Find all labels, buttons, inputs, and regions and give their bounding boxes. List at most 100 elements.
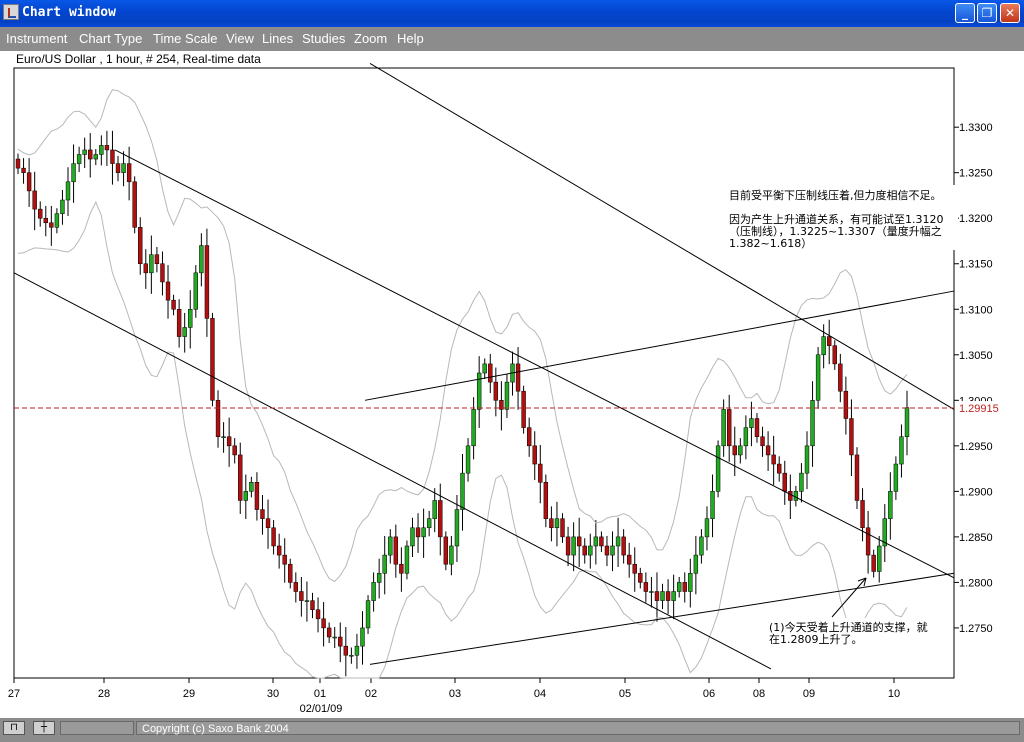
candle-body — [193, 272, 198, 310]
candle-body — [899, 436, 904, 465]
candle-body — [65, 181, 71, 201]
menu-time-scale[interactable]: Time Scale — [153, 31, 218, 46]
candle-body — [643, 582, 649, 592]
annotation-top-line: 1.382~1.618） — [729, 237, 812, 250]
candle-body — [276, 545, 282, 556]
menu-zoom[interactable]: Zoom — [354, 31, 387, 46]
candle-body — [426, 518, 432, 529]
candle-body — [810, 400, 815, 447]
menu-studies[interactable]: Studies — [302, 31, 345, 46]
candle-body — [693, 554, 699, 574]
y-tick-label: 1.3100 — [959, 304, 993, 316]
window-title: Chart window — [22, 5, 116, 20]
candle-body — [393, 536, 399, 565]
candle-body — [515, 363, 521, 392]
candle-body — [315, 609, 321, 620]
y-tick-label: 1.2850 — [959, 532, 993, 544]
candle-body — [571, 536, 576, 556]
crosshair-icon[interactable]: ┼ — [33, 721, 55, 735]
candle-body — [538, 463, 543, 483]
candle-body — [888, 491, 893, 519]
candle-body — [665, 591, 671, 601]
candle-body — [815, 354, 821, 401]
candle-body — [460, 472, 465, 510]
candle-body — [482, 363, 487, 374]
candle-body — [388, 536, 393, 556]
candle-body — [115, 163, 121, 173]
candle-body — [304, 600, 310, 602]
menu-help[interactable]: Help — [397, 31, 424, 46]
candle-body — [599, 536, 604, 547]
candle-body — [54, 213, 60, 228]
x-tick-label: 09 — [803, 688, 815, 700]
candle-body — [532, 445, 537, 465]
chart-area[interactable]: 1.33001.32501.32001.31501.31001.30501.30… — [0, 51, 1024, 718]
candle-body — [454, 509, 460, 547]
candle-body — [743, 427, 749, 447]
candle-body — [332, 636, 337, 639]
candle-body — [449, 545, 454, 565]
candle-body — [632, 563, 637, 574]
candle-body — [165, 281, 171, 301]
pin-icon[interactable]: ⊓ — [3, 721, 25, 735]
candle-body — [404, 545, 410, 574]
candle-body — [321, 618, 326, 629]
candle-body — [360, 627, 365, 647]
candle-body — [226, 436, 232, 447]
candle-body — [904, 407, 910, 437]
candle-body — [582, 545, 587, 556]
maximize-button[interactable]: ❐ — [977, 3, 997, 23]
status-field — [60, 721, 134, 735]
candle-body — [49, 222, 54, 228]
x-tick-label: 29 — [183, 688, 195, 700]
chart-title: Euro/US Dollar , 1 hour, # 254, Real-tim… — [16, 52, 261, 66]
candle-body — [727, 409, 732, 447]
candle-body — [610, 545, 615, 556]
candle-body — [432, 500, 437, 519]
candle-body — [76, 154, 82, 164]
candle-body — [699, 536, 704, 556]
candle-body — [771, 454, 776, 465]
candle-body — [854, 454, 860, 501]
x-tick-label: 01 — [314, 688, 326, 700]
current-price-label: 1.29915 — [959, 403, 999, 415]
candle-body — [293, 582, 299, 592]
x-tick-label: 06 — [703, 688, 715, 700]
menu-lines[interactable]: Lines — [262, 31, 293, 46]
candle-body — [326, 627, 332, 638]
close-button[interactable]: ✕ — [1000, 3, 1020, 23]
candle-body — [82, 149, 87, 155]
candle-body — [471, 409, 476, 447]
candle-body — [288, 563, 293, 583]
candle-body — [777, 463, 782, 474]
candle-body — [615, 536, 621, 547]
candle-body — [160, 263, 165, 283]
menu-view[interactable]: View — [226, 31, 254, 46]
x-tick-label: 02 — [365, 688, 377, 700]
candle-body — [43, 217, 48, 224]
candle-body — [71, 163, 76, 183]
y-tick-label: 1.3050 — [959, 350, 993, 362]
candle-body — [176, 309, 182, 337]
price-chart[interactable]: 1.33001.32501.32001.31501.31001.30501.30… — [0, 51, 1024, 718]
menu-chart-type[interactable]: Chart Type — [79, 31, 142, 46]
x-tick-label: 30 — [267, 688, 279, 700]
menu-instrument[interactable]: Instrument — [6, 31, 67, 46]
candle-body — [421, 527, 426, 538]
status-bar: ⊓ ┼ Copyright (c) Saxo Bank 2004 — [0, 718, 1024, 742]
candle-body — [410, 527, 415, 547]
candle-body — [799, 472, 804, 492]
candle-body — [749, 418, 754, 428]
candle-body — [21, 167, 26, 173]
candle-body — [554, 518, 560, 529]
candle-body — [282, 554, 287, 565]
candle-body — [654, 591, 660, 601]
candle-body — [215, 400, 221, 437]
candle-body — [671, 591, 676, 601]
menu-bar: Instrument Chart Type Time Scale View Li… — [0, 27, 1024, 51]
minimize-button[interactable]: _ — [955, 3, 975, 23]
candle-body — [249, 482, 254, 492]
candle-body — [715, 445, 721, 492]
annotation-bottom-line: 在1.2809上升了。 — [769, 633, 863, 646]
x-tick-label: 08 — [753, 688, 765, 700]
